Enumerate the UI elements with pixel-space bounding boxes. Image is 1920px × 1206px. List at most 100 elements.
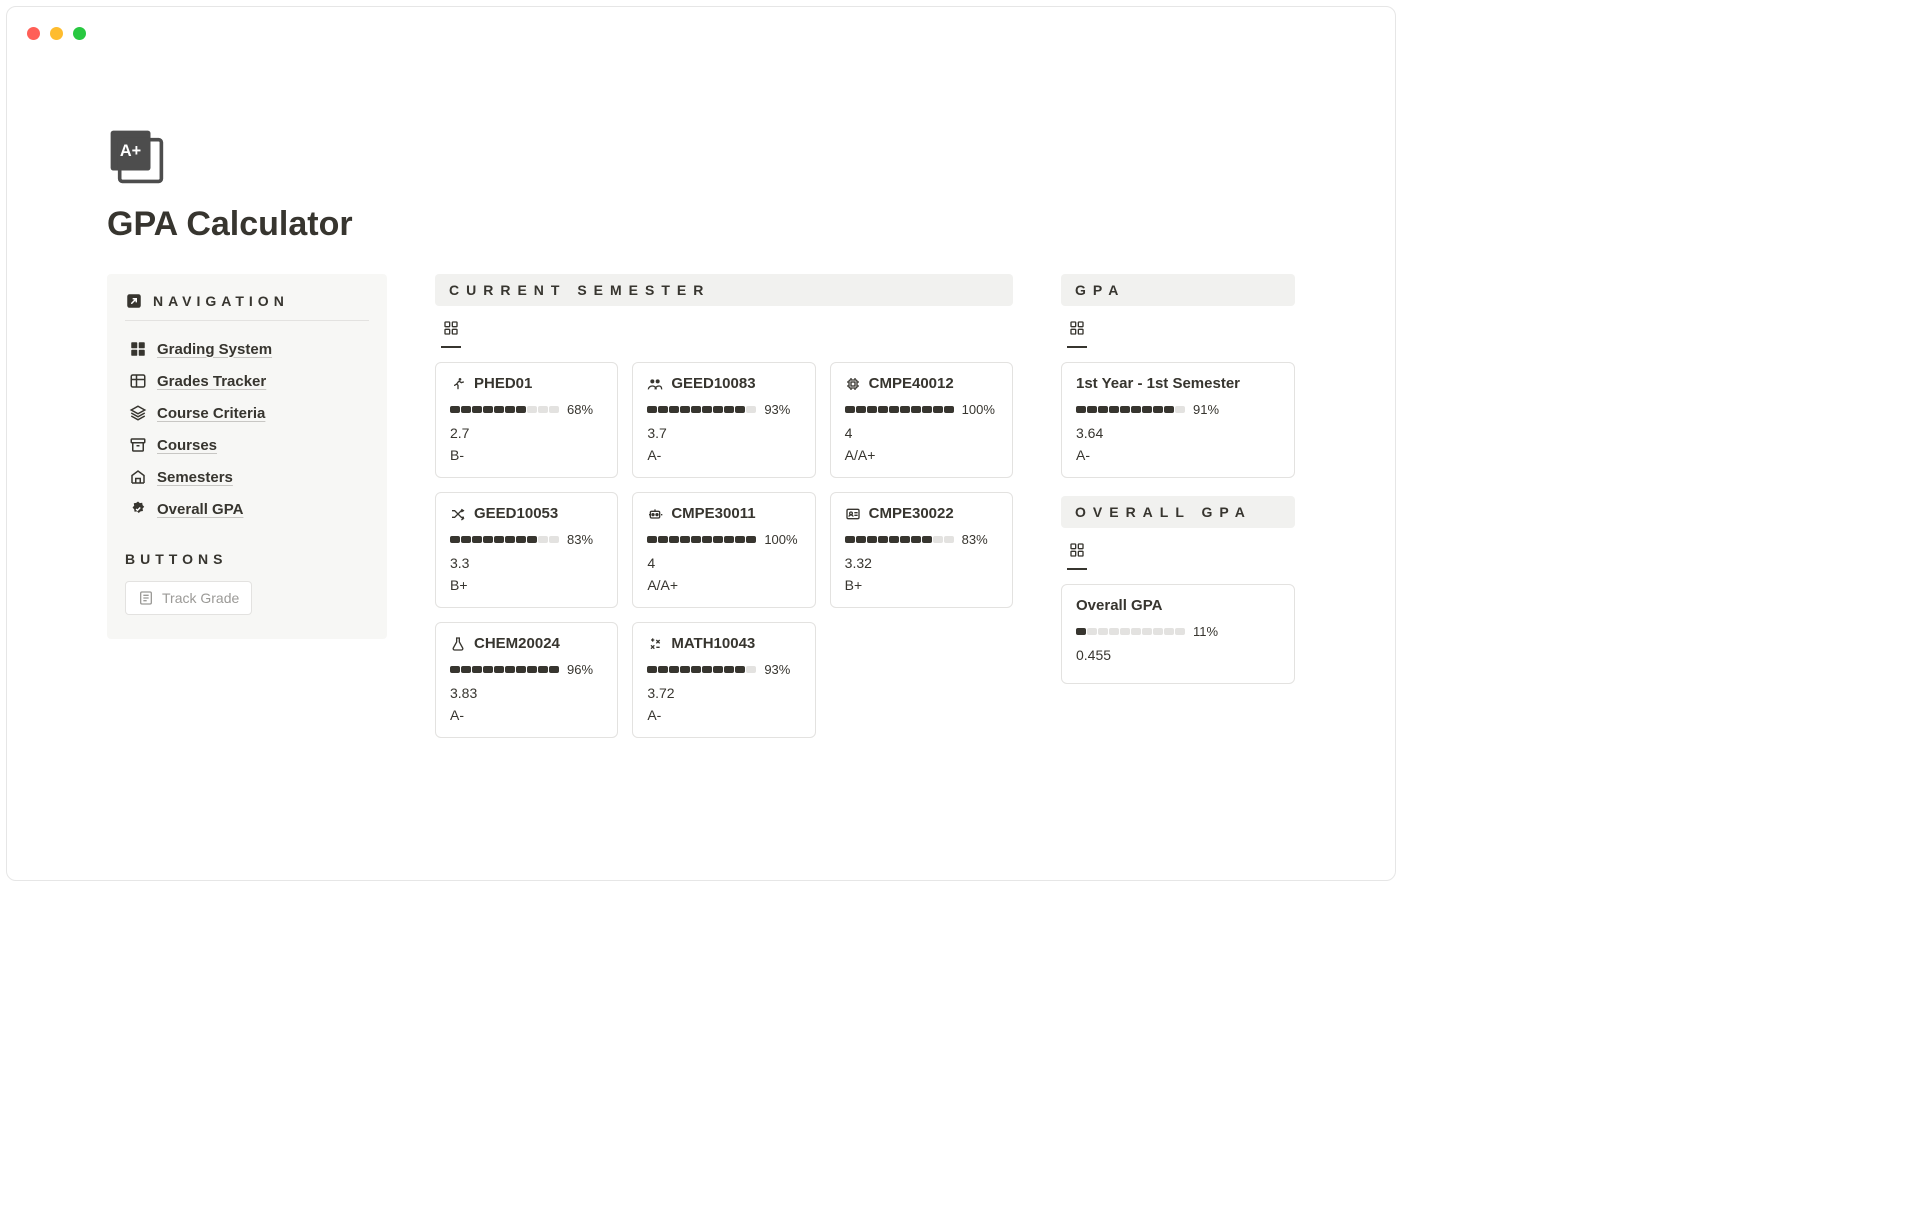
course-grade: B- — [450, 447, 603, 463]
window-controls — [27, 27, 86, 40]
course-grade: A- — [647, 447, 800, 463]
course-card[interactable]: CMPE30011 100% 4 A/A+ — [632, 492, 815, 608]
svg-text:A+: A+ — [120, 142, 141, 160]
nav-item-grades-tracker[interactable]: Grades Tracker — [125, 365, 369, 397]
course-grade: A/A+ — [845, 447, 998, 463]
course-grade: B+ — [450, 577, 603, 593]
minimize-window-button[interactable] — [50, 27, 63, 40]
course-gpa: 4 — [647, 555, 800, 571]
progress-bar — [1076, 628, 1185, 635]
course-card[interactable]: CMPE40012100%4A/A+ — [830, 362, 1013, 478]
maximize-window-button[interactable] — [73, 27, 86, 40]
gallery-icon — [1069, 542, 1085, 558]
page-icon-grade: A+ — [107, 127, 165, 185]
progress-bar — [450, 406, 559, 413]
course-grade: A- — [450, 707, 603, 723]
course-code: CMPE30011 — [671, 505, 755, 522]
progress-bar — [647, 666, 756, 673]
calc-icon — [647, 636, 663, 652]
gallery-icon — [443, 320, 459, 336]
nav-item-grading-system[interactable]: Grading System — [125, 333, 369, 365]
grid-icon — [129, 340, 147, 358]
gpa-percent: 91% — [1193, 402, 1219, 417]
robot-icon — [647, 506, 663, 522]
school-icon — [129, 468, 147, 486]
note-icon — [138, 590, 154, 606]
table-icon — [129, 372, 147, 390]
course-percent: 100% — [962, 402, 995, 417]
archive-icon — [129, 436, 147, 454]
course-code: GEED10053 — [474, 505, 558, 522]
course-card[interactable]: MATH10043 93% 3.72 A- — [632, 622, 815, 738]
course-code: MATH10043 — [671, 635, 755, 652]
gallery-view-tab-overall[interactable] — [1067, 536, 1087, 570]
course-grade: B+ — [845, 577, 998, 593]
flask-icon — [450, 636, 466, 652]
overall-gpa-card[interactable]: Overall GPA 11% 0.455 — [1061, 584, 1295, 684]
nav-item-semesters[interactable]: Semesters — [125, 461, 369, 493]
current-semester-heading: CURRENT SEMESTER — [435, 274, 1013, 306]
gpa-card-title: 1st Year - 1st Semester — [1076, 375, 1280, 392]
progress-bar — [647, 536, 756, 543]
gpa-section: GPA 1st Year - 1st Semester 91% 3.64 A- … — [1061, 274, 1295, 698]
progress-bar — [845, 536, 954, 543]
progress-bar — [450, 666, 559, 673]
course-code: CMPE40012 — [869, 375, 954, 392]
gallery-icon — [1069, 320, 1085, 336]
progress-bar — [647, 406, 756, 413]
id-icon — [845, 506, 861, 522]
nav-item-course-criteria[interactable]: Course Criteria — [125, 397, 369, 429]
nav-item-courses[interactable]: Courses — [125, 429, 369, 461]
course-gpa: 3.7 — [647, 425, 800, 441]
badge-icon — [129, 500, 147, 518]
track-grade-button[interactable]: Track Grade — [125, 581, 252, 615]
course-card[interactable]: PHED01 68% 2.7 B- — [435, 362, 618, 478]
gpa-grade: A- — [1076, 447, 1280, 463]
running-icon — [450, 376, 466, 392]
course-card[interactable]: CHEM20024 96% 3.83 A- — [435, 622, 618, 738]
course-code: CHEM20024 — [474, 635, 560, 652]
progress-bar — [1076, 406, 1185, 413]
gallery-view-tab[interactable] — [441, 314, 461, 348]
close-window-button[interactable] — [27, 27, 40, 40]
course-percent: 100% — [764, 532, 797, 547]
progress-bar — [845, 406, 954, 413]
overall-card-title: Overall GPA — [1076, 597, 1280, 614]
course-card[interactable]: CMPE30022 83% 3.32 B+ — [830, 492, 1013, 608]
course-percent: 93% — [764, 662, 790, 677]
course-percent: 83% — [567, 532, 593, 547]
nav-item-overall-gpa[interactable]: Overall GPA — [125, 493, 369, 525]
course-gpa: 3.32 — [845, 555, 998, 571]
course-cards-grid: PHED0168%2.7B-GEED1008393%3.7A-CMPE40012… — [435, 362, 1013, 738]
divider — [125, 320, 369, 321]
shuffle-icon — [450, 506, 466, 522]
course-gpa: 3.3 — [450, 555, 603, 571]
course-gpa: 2.7 — [450, 425, 603, 441]
course-percent: 83% — [962, 532, 988, 547]
sidebar: NAVIGATION Grading System Grades Tracker… — [107, 274, 387, 639]
course-card[interactable]: GEED10053 83% 3.3 B+ — [435, 492, 618, 608]
external-link-icon — [125, 292, 143, 310]
buttons-heading: BUTTONS — [125, 551, 369, 567]
app-window: A+ GPA Calculator NAVIGATION Grading Sys… — [6, 6, 1396, 881]
page-title: GPA Calculator — [107, 205, 1295, 244]
course-percent: 68% — [567, 402, 593, 417]
current-semester-section: CURRENT SEMESTER PHED0168%2.7B-GEED10083… — [435, 274, 1013, 738]
course-card[interactable]: GEED1008393%3.7A- — [632, 362, 815, 478]
course-percent: 96% — [567, 662, 593, 677]
progress-bar — [450, 536, 559, 543]
overall-gpa-heading: OVERALL GPA — [1061, 496, 1295, 528]
overall-percent: 11% — [1193, 624, 1218, 639]
overall-value: 0.455 — [1076, 647, 1280, 663]
course-gpa: 3.72 — [647, 685, 800, 701]
course-gpa: 3.83 — [450, 685, 603, 701]
course-code: PHED01 — [474, 375, 532, 392]
gpa-card[interactable]: 1st Year - 1st Semester 91% 3.64 A- — [1061, 362, 1295, 478]
gpa-heading: GPA — [1061, 274, 1295, 306]
gallery-view-tab-gpa[interactable] — [1067, 314, 1087, 348]
course-percent: 93% — [764, 402, 790, 417]
course-code: CMPE30022 — [869, 505, 954, 522]
course-grade: A- — [647, 707, 800, 723]
layers-icon — [129, 404, 147, 422]
course-grade: A/A+ — [647, 577, 800, 593]
